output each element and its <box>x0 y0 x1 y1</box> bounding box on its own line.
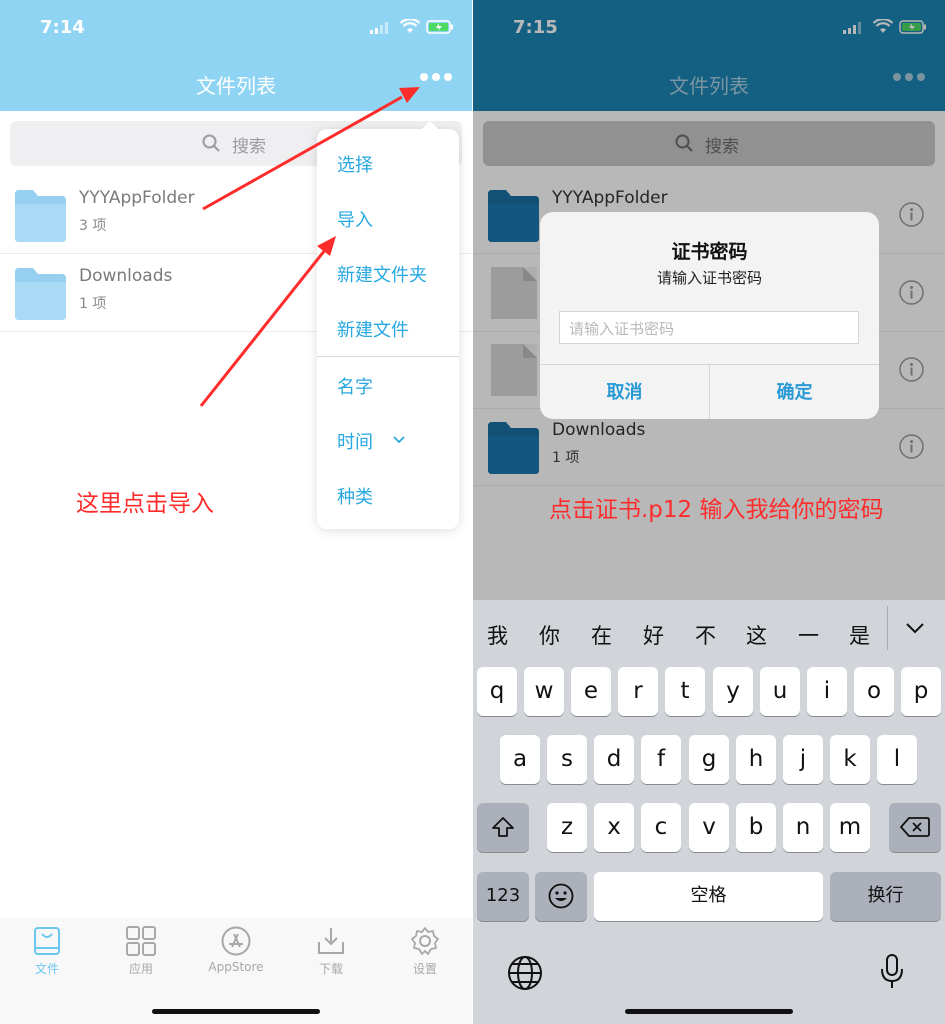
key-w[interactable]: w <box>524 667 564 716</box>
tab-settings[interactable]: 设置 <box>387 926 463 977</box>
key-b[interactable]: b <box>736 803 776 852</box>
space-key[interactable]: 空格 <box>594 872 823 921</box>
confirm-button[interactable]: 确定 <box>710 365 879 419</box>
key-g[interactable]: g <box>689 735 729 784</box>
candidate-word[interactable]: 不 <box>695 620 716 650</box>
tab-apps[interactable]: 应用 <box>103 926 179 977</box>
candidate-word[interactable]: 你 <box>539 620 560 650</box>
candidate-word[interactable]: 好 <box>643 620 664 650</box>
key-u[interactable]: u <box>760 667 800 716</box>
home-indicator <box>625 1009 793 1014</box>
tab-files[interactable]: 文件 <box>9 926 85 977</box>
numbers-key[interactable]: 123 <box>477 872 529 921</box>
tab-appstore[interactable]: AppStore <box>198 926 274 974</box>
key-t[interactable]: t <box>665 667 705 716</box>
key-e[interactable]: e <box>571 667 611 716</box>
return-key[interactable]: 换行 <box>830 872 941 921</box>
password-input[interactable]: 请输入证书密码 <box>559 311 859 344</box>
dialog-message: 请输入证书密码 <box>656 269 762 287</box>
tab-label: AppStore <box>208 960 264 974</box>
chevron-down-icon[interactable] <box>905 622 925 634</box>
candidate-word[interactable]: 我 <box>487 620 508 650</box>
tab-downloads[interactable]: 下载 <box>293 926 369 977</box>
key-r[interactable]: r <box>618 667 658 716</box>
dialog-buttons: 取消 确定 <box>540 364 879 419</box>
tab-label: 下载 <box>318 962 343 976</box>
key-q[interactable]: q <box>477 667 517 716</box>
dialog-title: 证书密码 <box>671 241 748 263</box>
candidate-divider <box>887 606 888 650</box>
emoji-icon <box>548 883 574 909</box>
annotation-text: 点击证书.p12 输入我给你的密码 <box>549 497 884 523</box>
tab-label: 文件 <box>34 962 59 976</box>
shift-icon <box>492 817 514 837</box>
key-z[interactable]: z <box>547 803 587 852</box>
right-screen: 7:15 文件列表 搜索 YYYAppFolder Downloads 1 项 … <box>473 0 945 1024</box>
cancel-button[interactable]: 取消 <box>540 365 709 419</box>
candidate-word[interactable]: 一 <box>798 620 819 650</box>
key-h[interactable]: h <box>736 735 776 784</box>
candidate-word[interactable]: 这 <box>746 620 767 650</box>
key-o[interactable]: o <box>854 667 894 716</box>
key-k[interactable]: k <box>830 735 870 784</box>
key-y[interactable]: y <box>713 667 753 716</box>
key-x[interactable]: x <box>594 803 634 852</box>
key-s[interactable]: s <box>547 735 587 784</box>
key-j[interactable]: j <box>783 735 823 784</box>
emoji-key[interactable] <box>535 872 587 921</box>
key-d[interactable]: d <box>594 735 634 784</box>
backspace-key[interactable] <box>889 803 941 852</box>
key-i[interactable]: i <box>807 667 847 716</box>
shift-key[interactable] <box>477 803 529 852</box>
globe-icon[interactable] <box>507 955 543 991</box>
grid-icon <box>126 926 156 956</box>
tab-label: 应用 <box>128 962 153 976</box>
annotation-arrows <box>199 87 420 407</box>
left-screen: 7:14 文件列表 搜索 YYYAppFolder 3 项 Downloads … <box>0 0 472 1024</box>
appstore-icon <box>221 926 251 956</box>
download-icon <box>318 928 344 954</box>
candidate-word[interactable]: 是 <box>849 620 870 650</box>
tab-label: 设置 <box>412 962 437 976</box>
gear-icon <box>411 927 439 955</box>
key-n[interactable]: n <box>783 803 823 852</box>
key-v[interactable]: v <box>689 803 729 852</box>
backspace-icon <box>900 817 930 837</box>
candidate-bar: 我 你 在 好 不 这 一 是 <box>473 600 945 667</box>
annotation-text: 这里点击导入 <box>76 491 214 517</box>
keyboard: 我 你 在 好 不 这 一 是 q w e r t y u i o p a s … <box>473 600 945 1024</box>
key-l[interactable]: l <box>877 735 917 784</box>
microphone-icon[interactable] <box>880 953 904 991</box>
key-a[interactable]: a <box>500 735 540 784</box>
password-dialog: 证书密码 请输入证书密码 请输入证书密码 取消 确定 <box>540 212 879 419</box>
key-p[interactable]: p <box>901 667 941 716</box>
file-tab-icon <box>34 927 60 955</box>
key-c[interactable]: c <box>641 803 681 852</box>
candidate-word[interactable]: 在 <box>591 620 612 650</box>
home-indicator <box>152 1009 320 1014</box>
key-f[interactable]: f <box>641 735 681 784</box>
key-m[interactable]: m <box>830 803 870 852</box>
